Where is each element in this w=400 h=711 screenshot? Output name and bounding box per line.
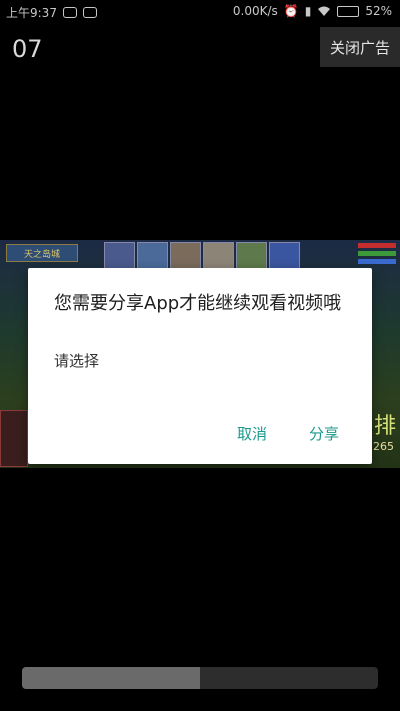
status-time: 上午9:37	[6, 6, 57, 20]
status-bar: 上午9:37 0.00K/s ⏰ ▮ 52%	[0, 0, 400, 24]
ad-screen: 上午9:37 0.00K/s ⏰ ▮ 52% 07 关闭广告 天之岛城 排 95…	[0, 0, 400, 711]
network-speed: 0.00K/s	[232, 4, 278, 18]
notification-game-icon	[82, 7, 97, 18]
hp-bar	[358, 243, 396, 248]
alarm-icon: ⏰	[283, 4, 299, 18]
hp-bar	[358, 259, 396, 264]
hero-avatar	[170, 242, 201, 270]
status-left: 上午9:37	[6, 4, 97, 21]
notification-app-icon	[62, 7, 77, 18]
ad-countdown: 07	[12, 35, 43, 63]
battery-percent: 52%	[365, 4, 392, 18]
dialog-message: 请选择	[54, 352, 100, 370]
hero-avatar	[269, 242, 300, 270]
signal-icon: ▮	[304, 4, 312, 18]
share-button[interactable]: 分享	[300, 418, 348, 448]
hp-bar	[358, 251, 396, 256]
video-progress-bar[interactable]	[22, 667, 378, 689]
close-ad-button[interactable]: 关闭广告	[320, 27, 400, 67]
cancel-button[interactable]: 取消	[228, 418, 276, 448]
avatar-row	[104, 242, 300, 270]
share-dialog: 您需要分享App才能继续观看视频哦 请选择 取消 分享	[28, 268, 372, 464]
game-glyph: 排	[373, 414, 396, 439]
hero-avatar	[104, 242, 135, 270]
dialog-title: 您需要分享App才能继续观看视频哦	[54, 293, 342, 314]
hero-avatar	[137, 242, 168, 270]
hp-bars	[358, 243, 396, 267]
video-progress-fill	[22, 667, 200, 689]
hero-avatar	[203, 242, 234, 270]
status-right: 0.00K/s ⏰ ▮ 52%	[233, 4, 392, 18]
hero-avatar	[236, 242, 267, 270]
game-side-panel	[0, 410, 28, 467]
battery-icon	[337, 5, 360, 17]
wifi-icon	[317, 5, 331, 17]
game-banner: 天之岛城	[6, 244, 78, 262]
